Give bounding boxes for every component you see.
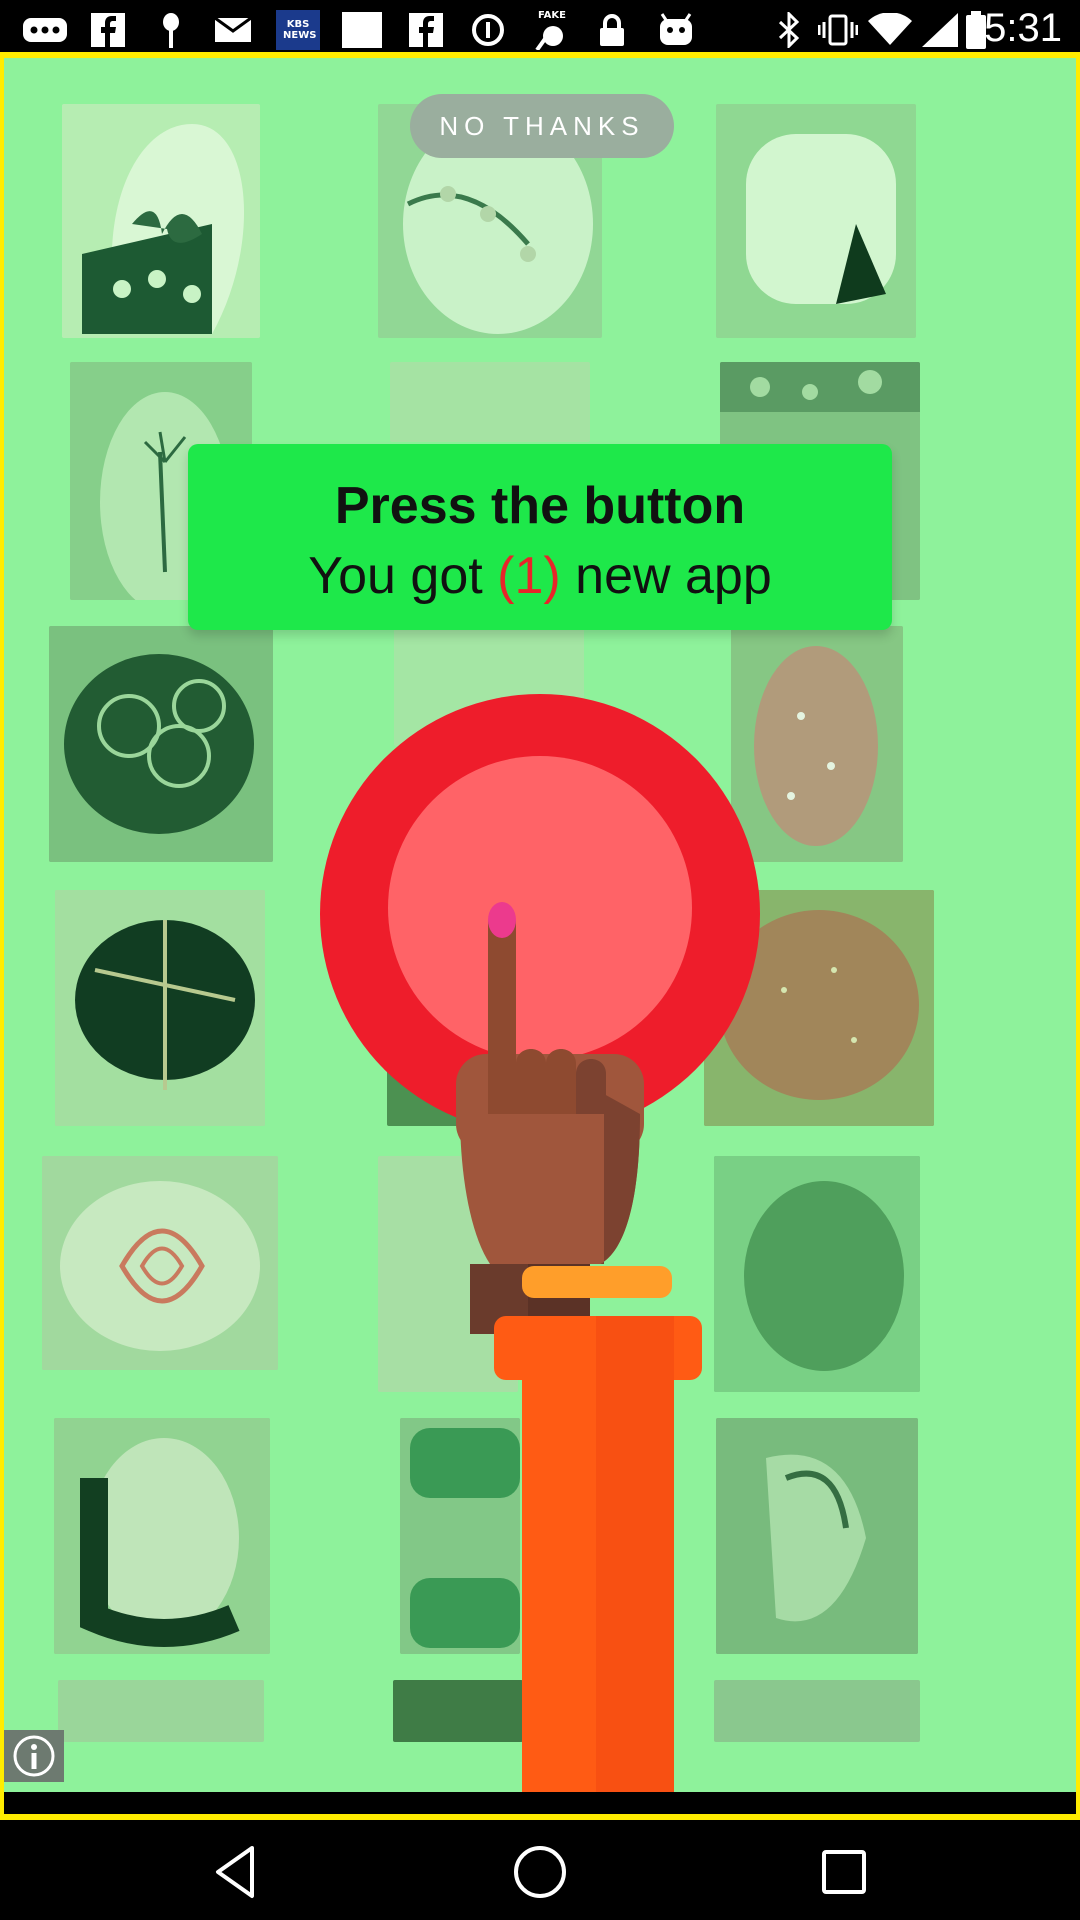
cuff-band <box>522 1266 672 1298</box>
nail-art-image <box>42 1156 278 1370</box>
back-icon[interactable] <box>196 1840 276 1904</box>
circle-info-icon <box>470 12 506 48</box>
pin-icon <box>156 12 186 48</box>
ad-bottom-strip <box>4 1792 1076 1814</box>
blank-icon <box>342 12 382 48</box>
banner-subline-suffix: new app <box>560 547 772 605</box>
nail-art-image <box>716 104 916 338</box>
vibrate-icon <box>818 12 858 48</box>
kbs-news-icon: KBS NEWS <box>276 10 320 50</box>
banner-subline: You got (1) new app <box>188 546 892 606</box>
recents-icon[interactable] <box>804 1840 884 1904</box>
signal-icon <box>922 12 958 48</box>
nail-art-image <box>390 362 590 442</box>
lock-icon <box>594 12 630 48</box>
banner-count: (1) <box>497 547 561 605</box>
nail-art-image <box>55 890 265 1126</box>
android-icon <box>656 12 696 48</box>
wifi-icon <box>868 12 912 48</box>
facebook-icon <box>408 12 444 48</box>
navigation-bar <box>0 1820 1080 1920</box>
banner-headline: Press the button <box>334 477 746 535</box>
bluetooth-icon <box>774 12 804 48</box>
clock: 5:31 <box>984 6 1062 50</box>
nail-art-image <box>49 626 273 862</box>
ad-frame: Press the button You got (1) new app NO … <box>0 52 1080 1820</box>
fake-gps-icon: FAKE <box>530 10 574 50</box>
nail-art-image <box>58 1680 264 1742</box>
button-inner <box>388 756 692 1060</box>
more-icon <box>22 12 68 48</box>
mail-icon <box>214 12 252 48</box>
no-thanks-button[interactable]: NO THANKS <box>410 94 674 158</box>
status-bar: KBS NEWS FAKE 5:31 <box>0 0 1080 60</box>
facebook-icon <box>90 12 126 48</box>
nail-art-image <box>62 104 260 338</box>
home-icon[interactable] <box>500 1840 580 1904</box>
info-icon[interactable] <box>4 1730 64 1782</box>
sleeve-shadow <box>596 1316 674 1792</box>
banner-subline-prefix: You got <box>308 547 498 605</box>
ad-content[interactable]: Press the button You got (1) new app NO … <box>4 58 1076 1792</box>
promo-banner[interactable]: Press the button You got (1) new app <box>188 444 892 630</box>
nail-art-image <box>54 1418 270 1654</box>
